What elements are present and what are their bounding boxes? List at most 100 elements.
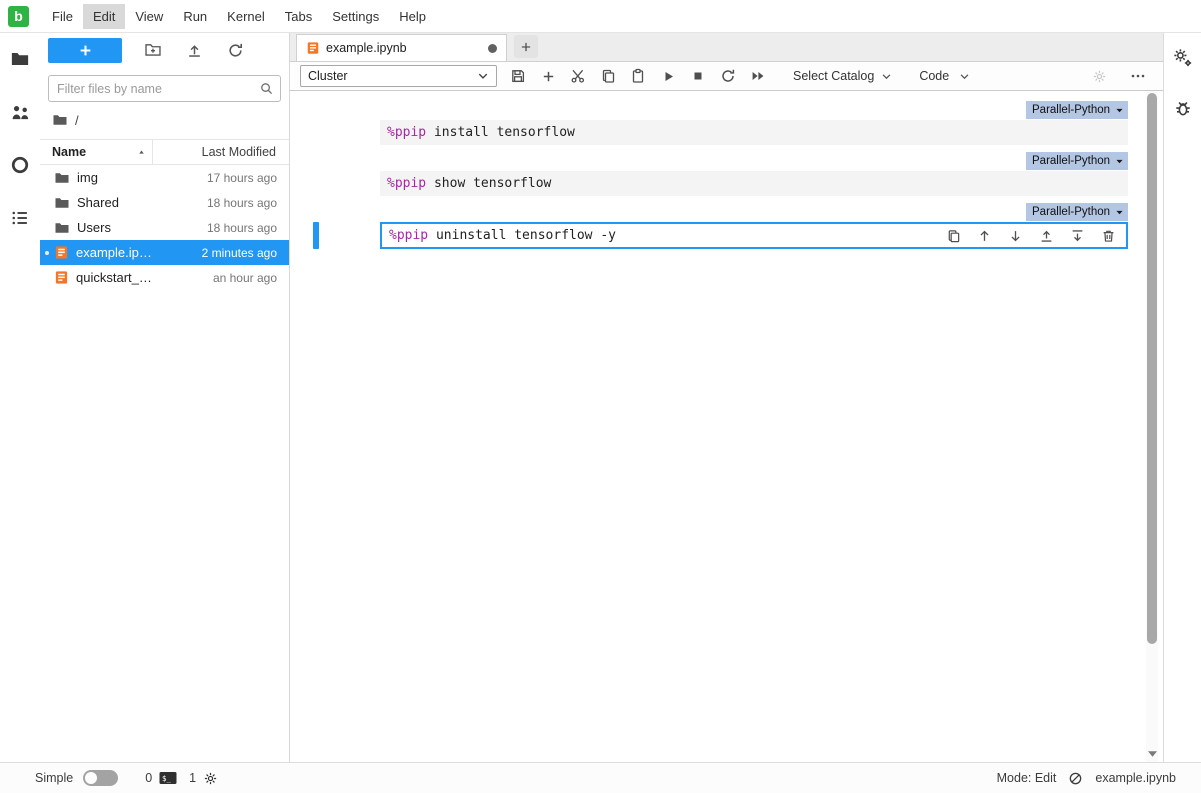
file-row-example-ipynb[interactable]: example.ip… 2 minutes ago: [40, 240, 289, 265]
restart-kernel-button[interactable]: [713, 63, 743, 90]
tab-example-ipynb[interactable]: example.ipynb: [296, 34, 507, 61]
cell-list: Parallel-Python %ppip install tensorflow…: [380, 91, 1128, 249]
code-text: uninstall tensorflow -y: [428, 228, 616, 243]
code-text: show tensorflow: [426, 176, 551, 191]
status-bar: Simple 0 $_ 1 Mode: Edit example.ipynb: [0, 762, 1201, 793]
vertical-scrollbar[interactable]: [1146, 91, 1158, 762]
file-row-users[interactable]: Users 18 hours ago: [40, 215, 289, 240]
active-cell-indicator[interactable]: [313, 222, 319, 249]
chevron-down-icon: [1115, 208, 1124, 217]
kernel-status-icon[interactable]: [1068, 771, 1083, 786]
catalog-select[interactable]: Select Catalog: [793, 65, 892, 87]
interrupt-kernel-button[interactable]: [683, 63, 713, 90]
sort-ascending-icon: [137, 148, 146, 157]
right-activity-bar: [1163, 33, 1201, 762]
new-folder-icon[interactable]: [138, 38, 168, 62]
new-tab-button[interactable]: [514, 35, 538, 58]
chevron-down-icon: [959, 71, 970, 82]
cell-type-select[interactable]: Code: [919, 65, 970, 87]
new-launcher-button[interactable]: [48, 38, 122, 63]
chevron-down-icon: [881, 71, 892, 82]
name-column-label: Name: [52, 145, 86, 159]
terminal-icon[interactable]: $_: [159, 770, 177, 786]
cell-kernel-select[interactable]: Parallel-Python: [1026, 203, 1128, 221]
cell-input[interactable]: %ppip uninstall tensorflow -y: [380, 222, 1128, 249]
magic-command: %ppip: [387, 176, 426, 191]
breadcrumb[interactable]: /: [52, 109, 79, 131]
file-row-shared[interactable]: Shared 18 hours ago: [40, 190, 289, 215]
simple-mode-toggle[interactable]: [83, 770, 118, 786]
cell-kernel-label: Parallel-Python: [1032, 155, 1110, 167]
notebook-cell-1[interactable]: Parallel-Python %ppip install tensorflow: [380, 101, 1128, 145]
file-row-quickstart[interactable]: quickstart_… an hour ago: [40, 265, 289, 290]
move-cell-up-button[interactable]: [976, 227, 993, 244]
run-button[interactable]: [653, 63, 683, 90]
scroll-down-arrow[interactable]: [1146, 751, 1158, 757]
insert-cell-button[interactable]: [533, 63, 563, 90]
cell-kernel-select[interactable]: Parallel-Python: [1026, 152, 1128, 170]
cell-toolbar: [945, 227, 1117, 244]
mode-indicator[interactable]: Mode: Edit: [997, 771, 1057, 785]
upload-icon[interactable]: [179, 38, 209, 62]
menu-tabs[interactable]: Tabs: [275, 4, 322, 29]
property-inspector-icon[interactable]: [1171, 45, 1195, 69]
column-header-name[interactable]: Name: [40, 140, 152, 164]
cluster-select[interactable]: Cluster: [300, 65, 497, 87]
cell-input[interactable]: %ppip show tensorflow: [380, 171, 1128, 196]
more-commands-button[interactable]: [1123, 63, 1153, 90]
menu-kernel[interactable]: Kernel: [217, 4, 275, 29]
hub-icon[interactable]: [8, 100, 32, 124]
delete-cell-button[interactable]: [1100, 227, 1117, 244]
debugger-icon[interactable]: [1171, 96, 1195, 120]
table-of-contents-icon[interactable]: [8, 206, 32, 230]
file-browser-toolbar: [48, 37, 281, 63]
running-sessions-icon[interactable]: [8, 153, 32, 177]
menu-help[interactable]: Help: [389, 4, 436, 29]
cell-kernel-label: Parallel-Python: [1032, 104, 1110, 116]
menu-run[interactable]: Run: [173, 4, 217, 29]
menu-file[interactable]: File: [42, 4, 83, 29]
kernels-count[interactable]: 1: [189, 771, 196, 785]
refresh-icon[interactable]: [220, 38, 250, 62]
scrollbar-thumb[interactable]: [1147, 93, 1157, 644]
file-row-img[interactable]: img 17 hours ago: [40, 165, 289, 190]
toggle-knob: [85, 772, 97, 784]
column-header-modified[interactable]: Last Modified: [152, 140, 289, 164]
notebook-cell-3-active[interactable]: Parallel-Python %ppip uninstall tensorfl…: [380, 203, 1128, 249]
breadcrumb-root[interactable]: /: [75, 113, 79, 128]
duplicate-cell-button[interactable]: [945, 227, 962, 244]
cut-cells-button[interactable]: [563, 63, 593, 90]
notebook-cell-2[interactable]: Parallel-Python %ppip show tensorflow: [380, 152, 1128, 196]
cell-kernel-select[interactable]: Parallel-Python: [1026, 101, 1128, 119]
app-logo[interactable]: b: [8, 6, 29, 27]
insert-cell-above-button[interactable]: [1038, 227, 1055, 244]
home-folder-icon[interactable]: [52, 112, 68, 128]
terminals-count[interactable]: 0: [145, 771, 152, 785]
restart-run-all-button[interactable]: [743, 63, 773, 90]
filter-files-input[interactable]: [48, 75, 281, 102]
save-button[interactable]: [503, 63, 533, 90]
chevron-down-icon: [1115, 157, 1124, 166]
catalog-select-value: Select Catalog: [793, 69, 874, 83]
folder-icon: [54, 195, 70, 211]
file-list: img 17 hours ago Shared 18 hours ago Use…: [40, 165, 289, 290]
search-icon: [259, 81, 274, 96]
kernel-sessions-icon[interactable]: [203, 771, 218, 786]
insert-cell-below-button[interactable]: [1069, 227, 1086, 244]
svg-text:$_: $_: [162, 774, 172, 783]
file-browser-icon[interactable]: [8, 47, 32, 71]
unsaved-changes-indicator[interactable]: [488, 44, 497, 53]
menu-settings[interactable]: Settings: [322, 4, 389, 29]
current-file-label[interactable]: example.ipynb: [1095, 771, 1176, 785]
simple-mode-label: Simple: [35, 771, 73, 785]
menu-edit[interactable]: Edit: [83, 4, 125, 29]
move-cell-down-button[interactable]: [1007, 227, 1024, 244]
menu-view[interactable]: View: [125, 4, 173, 29]
paste-cells-button[interactable]: [623, 63, 653, 90]
notebook-icon: [54, 270, 69, 285]
cell-input[interactable]: %ppip install tensorflow: [380, 120, 1128, 145]
chevron-down-icon: [1115, 106, 1124, 115]
code-text: install tensorflow: [426, 125, 575, 140]
copy-cells-button[interactable]: [593, 63, 623, 90]
magic-command: %ppip: [387, 125, 426, 140]
